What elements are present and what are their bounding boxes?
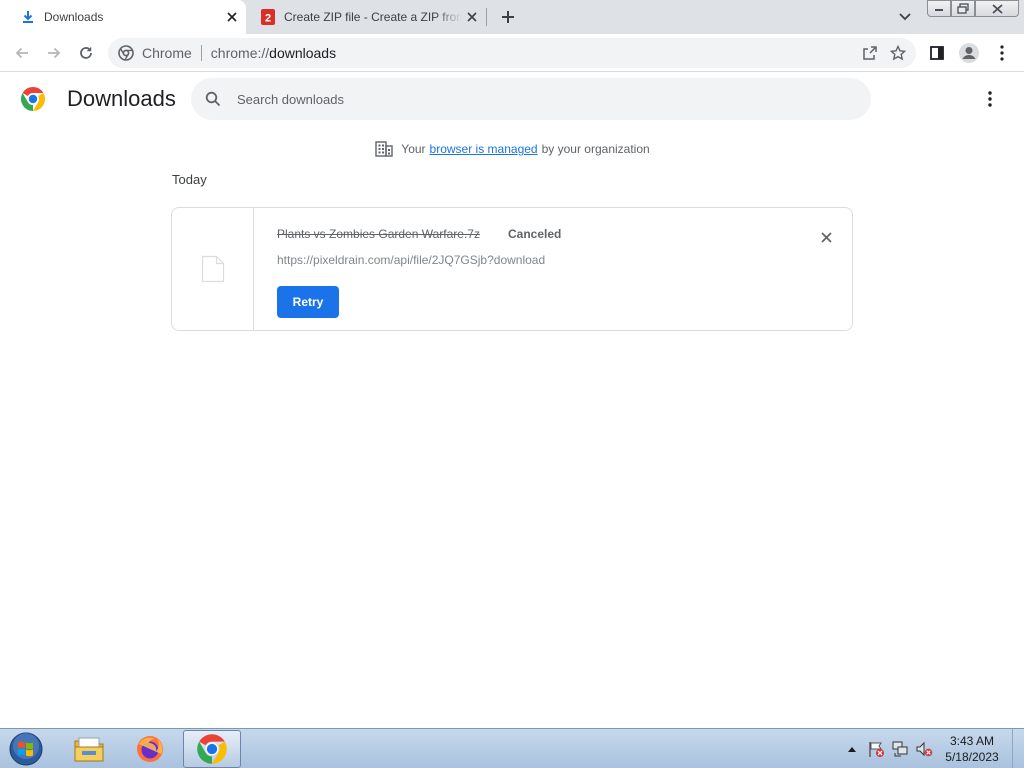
source-url[interactable]: https://pixeldrain.com/api/file/2JQ7GSjb… [277,253,545,267]
volume-muted-icon[interactable] [912,737,936,761]
show-hidden-icons-arrow-icon[interactable] [840,737,864,761]
close-tab-icon[interactable] [222,7,242,27]
system-tray [840,730,936,768]
tab-strip: Downloads 2 Create ZIP file - Create a Z… [0,0,1024,34]
search-downloads-box[interactable] [191,78,871,120]
chrome-icon [197,734,227,764]
file-icon [201,255,224,283]
clock-date: 5/18/2023 [945,750,999,764]
back-arrow-icon [15,47,28,59]
share-icon[interactable] [858,41,882,65]
windows-start-icon [9,732,43,766]
close-tab-icon[interactable] [462,7,482,27]
profile-avatar-icon [959,43,979,63]
file-icon-column [172,208,254,330]
omnibox-actions [858,41,910,65]
managed-prefix: Your [401,142,426,156]
search-input[interactable] [237,91,837,107]
kebab-menu-icon [1000,45,1004,61]
new-tab-button[interactable] [496,5,520,29]
downloads-more-actions-button[interactable] [977,86,1003,112]
side-panel-icon [930,46,944,60]
forward-arrow-icon [48,47,61,59]
taskbar-firefox[interactable] [121,730,179,768]
window-controls [927,0,1019,18]
url-host: downloads [269,45,337,61]
plus-icon [502,11,514,23]
side-panel-button[interactable] [923,39,951,67]
omnibox-divider [200,45,202,61]
tab-downloads[interactable]: Downloads [0,0,246,34]
search-icon [203,89,223,109]
taskbar-chrome[interactable] [183,730,241,768]
start-button[interactable] [6,730,46,768]
zip-favicon-icon: 2 [260,9,276,25]
downloads-header: Downloads [0,72,1024,126]
windows-taskbar: 3:43 AM 5/18/2023 [0,728,1024,768]
restore-button[interactable] [951,0,975,17]
minimize-button[interactable] [927,0,951,17]
url-text: chrome://downloads [211,45,336,61]
kebab-menu-icon [988,91,992,107]
close-icon [991,3,1003,14]
chrome-menu-button[interactable] [988,39,1016,67]
folder-icon [74,737,104,762]
action-center-flag-icon[interactable] [864,737,888,761]
download-icon [20,9,36,25]
taskbar-file-explorer[interactable] [60,730,118,768]
address-bar[interactable]: Chrome chrome://downloads [108,38,916,68]
download-item: Plants vs Zombies Garden Warfare.7z Canc… [171,207,853,331]
retry-button[interactable]: Retry [277,286,339,318]
close-icon [820,231,832,243]
tab-search-button[interactable] [893,6,917,28]
forward-button[interactable] [40,39,68,67]
building-icon [375,140,393,158]
origin-chip: Chrome [142,45,192,61]
svg-text:2: 2 [265,13,271,25]
firefox-icon [137,736,163,762]
managed-browser-notice: Your browser is managed by your organiza… [0,138,1024,160]
tab-separator [486,8,487,26]
clock-time: 3:43 AM [949,734,995,748]
show-desktop-button[interactable] [1012,729,1024,768]
url-scheme: chrome:// [210,45,270,61]
chrome-page-icon [118,45,134,61]
network-icon[interactable] [888,737,912,761]
remove-from-list-button[interactable] [814,225,838,249]
chrome-logo-icon [20,86,46,112]
close-window-button[interactable] [975,0,1019,17]
managed-suffix: by your organization [541,142,650,156]
reload-button[interactable] [72,39,100,67]
reload-icon [80,47,92,59]
tab-title: Create ZIP file - Create a ZIP from [284,10,462,24]
date-heading: Today [172,172,207,187]
restore-icon [957,3,969,14]
chevron-down-icon [899,13,911,21]
download-status: Canceled [508,227,562,241]
tab-title: Downloads [44,10,104,24]
tab-create-zip[interactable]: 2 Create ZIP file - Create a ZIP from [248,0,486,34]
page-title: Downloads [67,86,176,111]
profile-button[interactable] [955,39,983,67]
back-button[interactable] [8,39,36,67]
file-name[interactable]: Plants vs Zombies Garden Warfare.7z [277,227,480,241]
bookmark-star-icon[interactable] [886,41,910,65]
minimize-icon [935,8,943,11]
taskbar-clock[interactable]: 3:43 AM 5/18/2023 [936,733,1008,765]
browser-toolbar: Chrome chrome://downloads [0,34,1024,72]
browser-managed-link[interactable]: browser is managed [430,142,538,156]
